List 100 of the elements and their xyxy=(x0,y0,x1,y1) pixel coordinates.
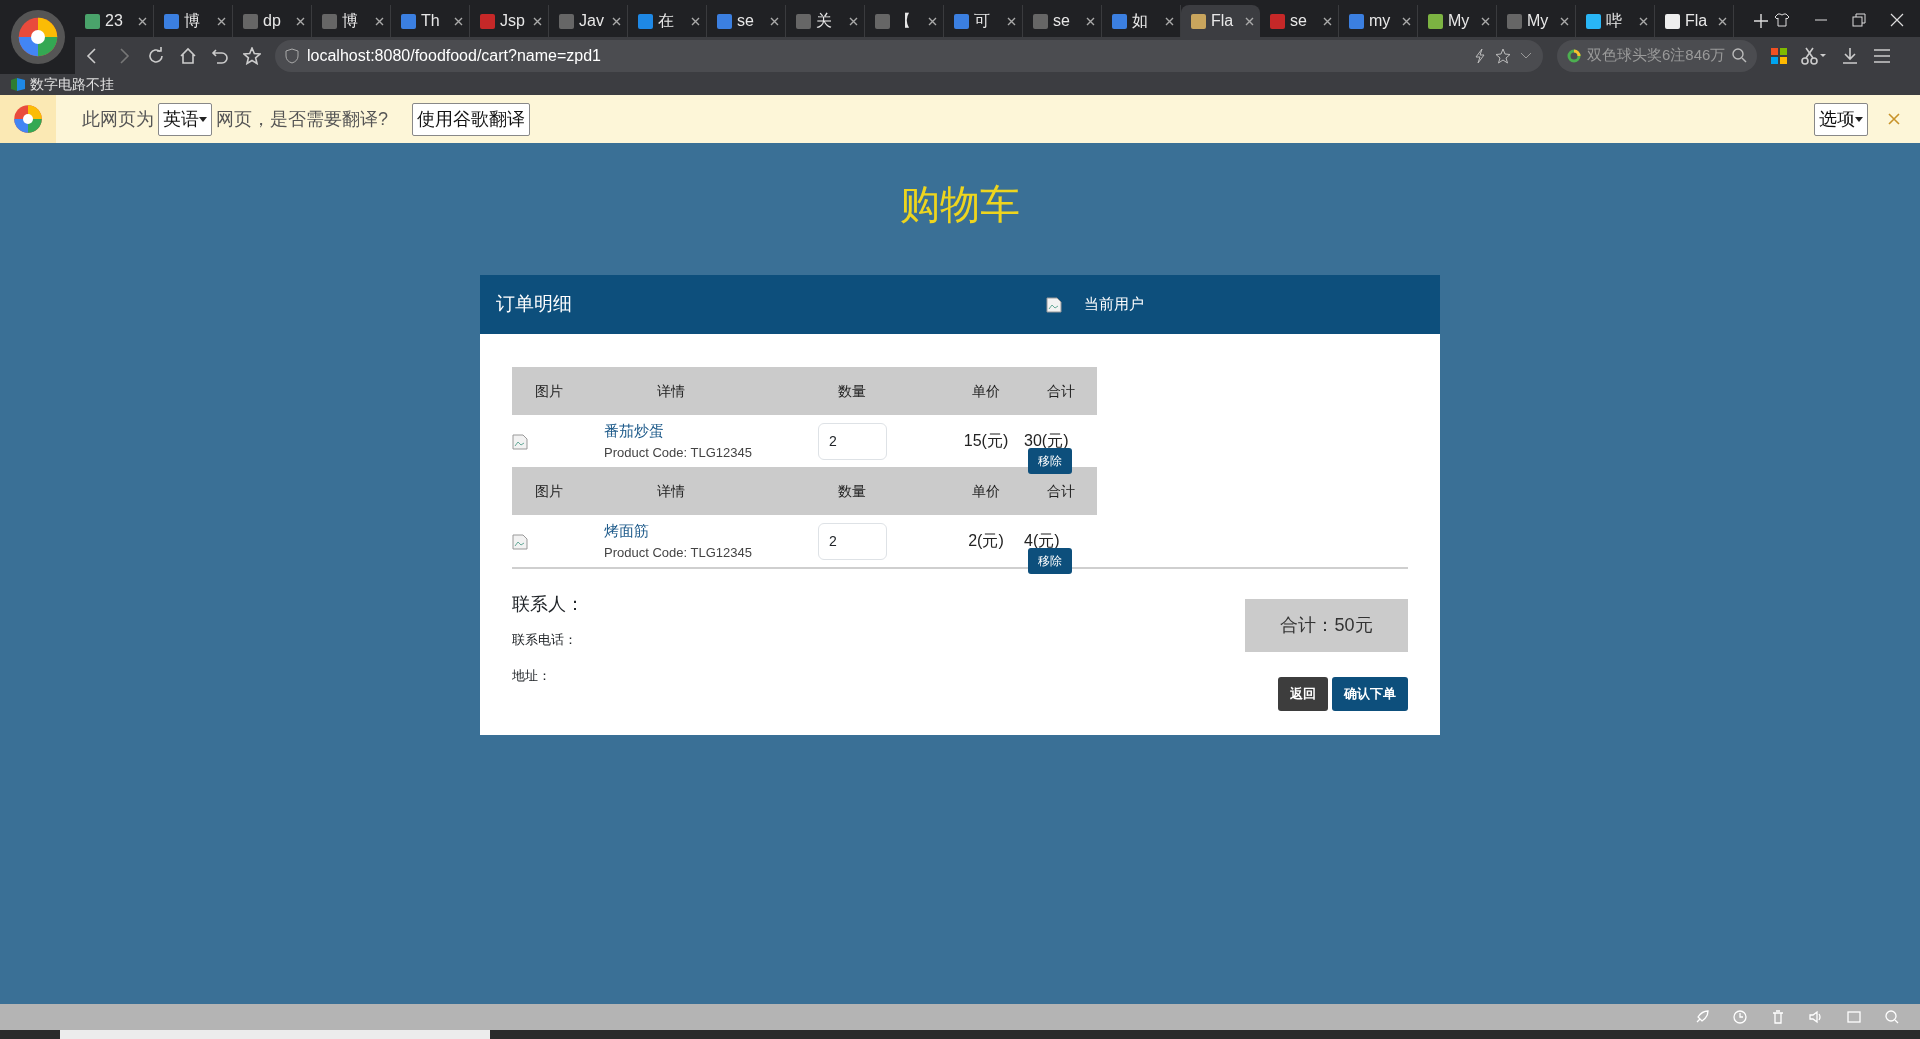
star-icon[interactable] xyxy=(243,46,261,65)
close-icon xyxy=(1639,16,1648,26)
favicon-icon xyxy=(1112,13,1127,29)
download-icon[interactable] xyxy=(1841,46,1859,65)
scissors-icon[interactable] xyxy=(1801,46,1827,65)
favicon-icon xyxy=(1191,13,1206,29)
unit-price: 15(元) xyxy=(962,431,1010,451)
undo-icon[interactable] xyxy=(211,46,229,65)
close-icon xyxy=(1007,16,1016,26)
card-title: 订单明细 xyxy=(496,292,572,317)
subtotal: 30(元) xyxy=(1024,432,1069,449)
column-header: 详情 xyxy=(656,381,686,401)
address-field[interactable]: localhost:8080/foodfood/cart?name=zpd1 xyxy=(275,39,1543,72)
browser-tab[interactable]: Fla xyxy=(1181,5,1260,37)
close-icon xyxy=(1402,16,1411,26)
close-icon xyxy=(1718,16,1727,26)
page-title: 购物车 xyxy=(900,181,1020,228)
home-icon[interactable] xyxy=(179,46,197,65)
translate-prompt: 此网页为 xyxy=(82,107,154,131)
close-icon xyxy=(1086,16,1095,26)
column-header: 图片 xyxy=(534,481,564,501)
column-header: 单价 xyxy=(971,481,1001,501)
broken-image-icon xyxy=(1046,296,1062,313)
favicon-icon xyxy=(796,13,811,29)
favicon-icon xyxy=(1507,13,1522,29)
translate-logo-icon xyxy=(13,104,43,134)
close-icon xyxy=(1245,16,1254,26)
contact-phone-label: 联系电话： xyxy=(512,631,578,649)
product-code: Product Code: TLG12345 xyxy=(604,543,753,562)
confirm-order-button[interactable]: 确认下单 xyxy=(1332,677,1408,711)
apps-icon[interactable] xyxy=(1771,47,1787,64)
caret-icon xyxy=(1855,116,1863,122)
close-icon xyxy=(1481,16,1490,26)
column-header: 详情 xyxy=(656,481,686,501)
translate-button[interactable]: 使用谷歌翻译 xyxy=(412,102,530,136)
close-icon xyxy=(1323,16,1332,26)
close-icon xyxy=(454,16,463,26)
quantity-field[interactable]: 2 xyxy=(818,422,887,460)
caret-icon xyxy=(199,116,207,122)
language-select[interactable]: 英语 xyxy=(158,102,212,136)
reload-icon[interactable] xyxy=(147,46,165,65)
column-header: 合计 xyxy=(1045,481,1076,501)
favicon-icon xyxy=(717,13,732,29)
order-total: 合计：50元 xyxy=(1245,599,1408,652)
favicon-icon xyxy=(954,13,969,29)
new-tab-icon[interactable] xyxy=(1754,14,1768,28)
column-header: 合计 xyxy=(1045,381,1076,401)
lightning-icon[interactable] xyxy=(1473,47,1487,64)
broken-image-icon xyxy=(512,433,528,450)
close-icon xyxy=(375,16,384,26)
address-label: 地址： xyxy=(512,666,552,685)
search-icon[interactable] xyxy=(1732,48,1747,63)
favicon-icon xyxy=(1270,13,1285,29)
close-icon xyxy=(928,16,937,26)
close-icon xyxy=(612,16,621,26)
favicon-icon xyxy=(480,13,495,29)
ring-icon xyxy=(1567,48,1581,63)
close-icon xyxy=(296,16,305,26)
favicon-icon xyxy=(164,13,179,29)
favicon-icon xyxy=(1033,13,1048,29)
favicon-icon xyxy=(559,13,574,29)
favicon-icon xyxy=(401,13,416,29)
product-name-link[interactable]: 烤面筋 xyxy=(604,520,756,543)
shirt-icon[interactable] xyxy=(1774,13,1790,27)
chevron-down-icon[interactable] xyxy=(1519,50,1533,61)
favicon-icon xyxy=(638,13,653,29)
favicon-icon xyxy=(1586,13,1601,29)
remove-button[interactable]: 移除 xyxy=(1028,448,1072,474)
star-icon[interactable] xyxy=(1495,47,1511,64)
favicon-icon xyxy=(322,13,337,29)
column-header: 数量 xyxy=(837,481,867,501)
close-icon xyxy=(849,16,858,26)
close-icon xyxy=(533,16,542,26)
favicon-icon xyxy=(1665,13,1680,29)
unit-price: 2(元) xyxy=(967,531,1005,551)
menu-icon[interactable] xyxy=(1873,47,1891,64)
close-icon xyxy=(1560,16,1569,26)
contact-name-label: 联系人： xyxy=(512,593,584,616)
user-label: 当前用户 xyxy=(1084,294,1144,315)
favicon-icon xyxy=(243,13,258,29)
subtotal: 4(元) xyxy=(1024,532,1060,549)
quantity-field[interactable]: 2 xyxy=(818,522,887,560)
close-icon xyxy=(770,16,779,26)
browser-logo-icon[interactable] xyxy=(10,10,65,64)
close-icon xyxy=(1165,16,1174,26)
column-header: 单价 xyxy=(971,381,1001,401)
column-header: 数量 xyxy=(837,381,867,401)
product-name-link[interactable]: 番茄炒蛋 xyxy=(604,420,756,443)
remove-button[interactable]: 移除 xyxy=(1028,548,1072,574)
restore-icon[interactable] xyxy=(1852,13,1866,27)
favicon-icon xyxy=(1428,13,1443,29)
translate-prompt: 网页，是否需要翻译? xyxy=(216,107,388,131)
back-button[interactable]: 返回 xyxy=(1278,677,1328,711)
shield-icon xyxy=(285,47,299,64)
close-icon xyxy=(691,16,700,26)
bookmark-link[interactable]: 数字电路不挂 xyxy=(30,74,114,95)
broken-image-icon xyxy=(512,533,528,550)
close-icon xyxy=(217,16,226,26)
options-button[interactable]: 选项 xyxy=(1814,102,1868,136)
folder-icon xyxy=(10,78,26,91)
